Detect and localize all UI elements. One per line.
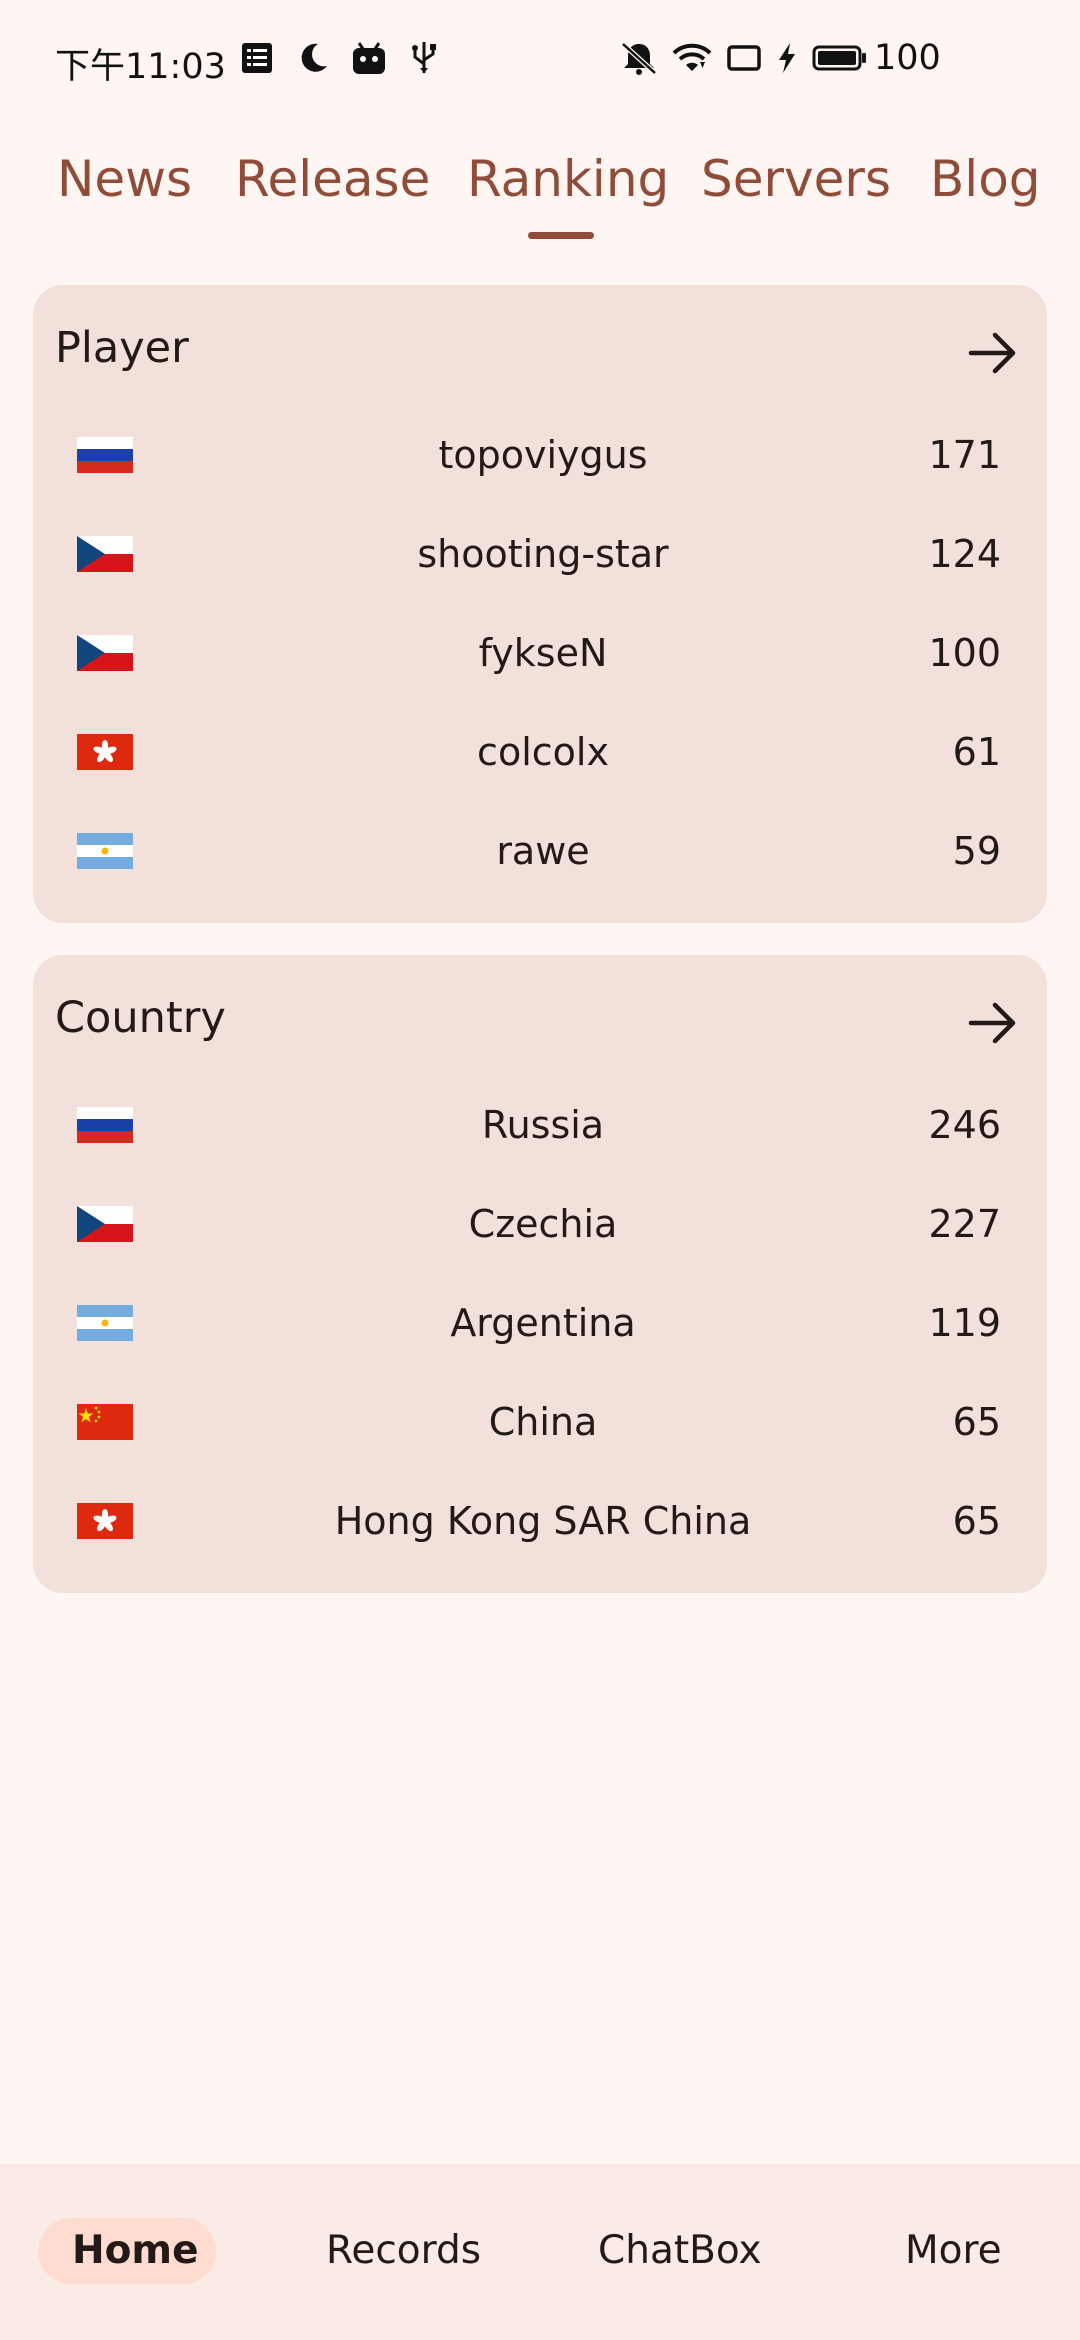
player-name: colcolx — [477, 730, 609, 774]
player-ranking-card: Player topoviygus 171 shooting-star 124 … — [33, 285, 1047, 923]
arrow-right-icon[interactable] — [967, 327, 1019, 379]
card-title: Country — [55, 993, 226, 1043]
list-item[interactable]: Russia 246 — [33, 1077, 1047, 1173]
player-score: 61 — [952, 730, 1001, 774]
tab-news[interactable]: News — [57, 150, 192, 208]
country-score: 65 — [952, 1400, 1001, 1444]
country-score: 246 — [928, 1103, 1001, 1147]
country-score: 119 — [928, 1301, 1001, 1345]
argentina-flag-icon — [77, 833, 133, 869]
country-score: 227 — [928, 1202, 1001, 1246]
country-name: Russia — [481, 1103, 605, 1147]
screen-cast-icon — [727, 45, 761, 71]
argentina-flag-icon — [77, 1305, 133, 1341]
notes-icon — [242, 43, 272, 73]
player-score: 100 — [928, 631, 1001, 675]
list-item[interactable]: rawe 59 — [33, 803, 1047, 899]
status-time: 下午11:03 — [55, 47, 226, 87]
arrow-right-icon[interactable] — [967, 997, 1019, 1049]
czechia-flag-icon — [77, 536, 133, 572]
country-name: China — [488, 1400, 598, 1444]
player-score: 59 — [952, 829, 1001, 873]
nav-item-home[interactable]: Home — [72, 2228, 199, 2273]
nav-item-records[interactable]: Records — [326, 2228, 481, 2273]
country-ranking-card: Country Russia 246 Czechia 227 Argentina… — [33, 955, 1047, 1593]
russia-flag-icon — [77, 437, 133, 473]
hong-kong-flag-icon — [77, 734, 133, 770]
player-name: shooting-star — [417, 532, 669, 576]
nav-item-chatbox[interactable]: ChatBox — [598, 2228, 762, 2273]
list-item[interactable]: Argentina 119 — [33, 1275, 1047, 1371]
tab-ranking[interactable]: Ranking — [467, 150, 669, 208]
czechia-flag-icon — [77, 1206, 133, 1242]
tab-blog[interactable]: Blog — [930, 150, 1041, 208]
player-score: 171 — [928, 433, 1001, 477]
country-name: Argentina — [450, 1301, 636, 1345]
bottom-navigation: Home Records ChatBox More — [0, 2164, 1080, 2340]
android-icon — [353, 42, 385, 74]
usb-icon — [412, 42, 436, 73]
player-name: rawe — [496, 829, 590, 873]
tab-indicator — [528, 232, 594, 239]
battery-icon — [812, 45, 866, 71]
status-bar: 下午11:03 100 — [0, 0, 1080, 120]
battery-level: 100 — [874, 38, 941, 78]
hong-kong-flag-icon — [77, 1503, 133, 1539]
list-item[interactable]: China 65 — [33, 1374, 1047, 1470]
list-item[interactable]: topoviygus 171 — [33, 407, 1047, 503]
list-item[interactable]: shooting-star 124 — [33, 506, 1047, 602]
list-item[interactable]: Czechia 227 — [33, 1176, 1047, 1272]
charging-bolt-icon — [779, 43, 795, 73]
country-name: Hong Kong SAR China — [334, 1499, 752, 1543]
country-score: 65 — [952, 1499, 1001, 1543]
list-item[interactable]: fykseN 100 — [33, 605, 1047, 701]
list-item[interactable]: colcolx 61 — [33, 704, 1047, 800]
tab-release[interactable]: Release — [235, 150, 430, 208]
china-flag-icon — [77, 1404, 133, 1440]
wifi-icon — [672, 43, 712, 71]
tab-servers[interactable]: Servers — [701, 150, 891, 208]
player-score: 124 — [928, 532, 1001, 576]
player-name: fykseN — [478, 631, 608, 675]
do-not-disturb-moon-icon — [301, 43, 327, 72]
country-name: Czechia — [468, 1202, 618, 1246]
list-item[interactable]: Hong Kong SAR China 65 — [33, 1473, 1047, 1569]
player-name: topoviygus — [438, 433, 648, 477]
card-title: Player — [55, 323, 189, 373]
mute-bell-icon — [621, 42, 657, 75]
russia-flag-icon — [77, 1107, 133, 1143]
nav-item-more[interactable]: More — [905, 2228, 1002, 2273]
czechia-flag-icon — [77, 635, 133, 671]
